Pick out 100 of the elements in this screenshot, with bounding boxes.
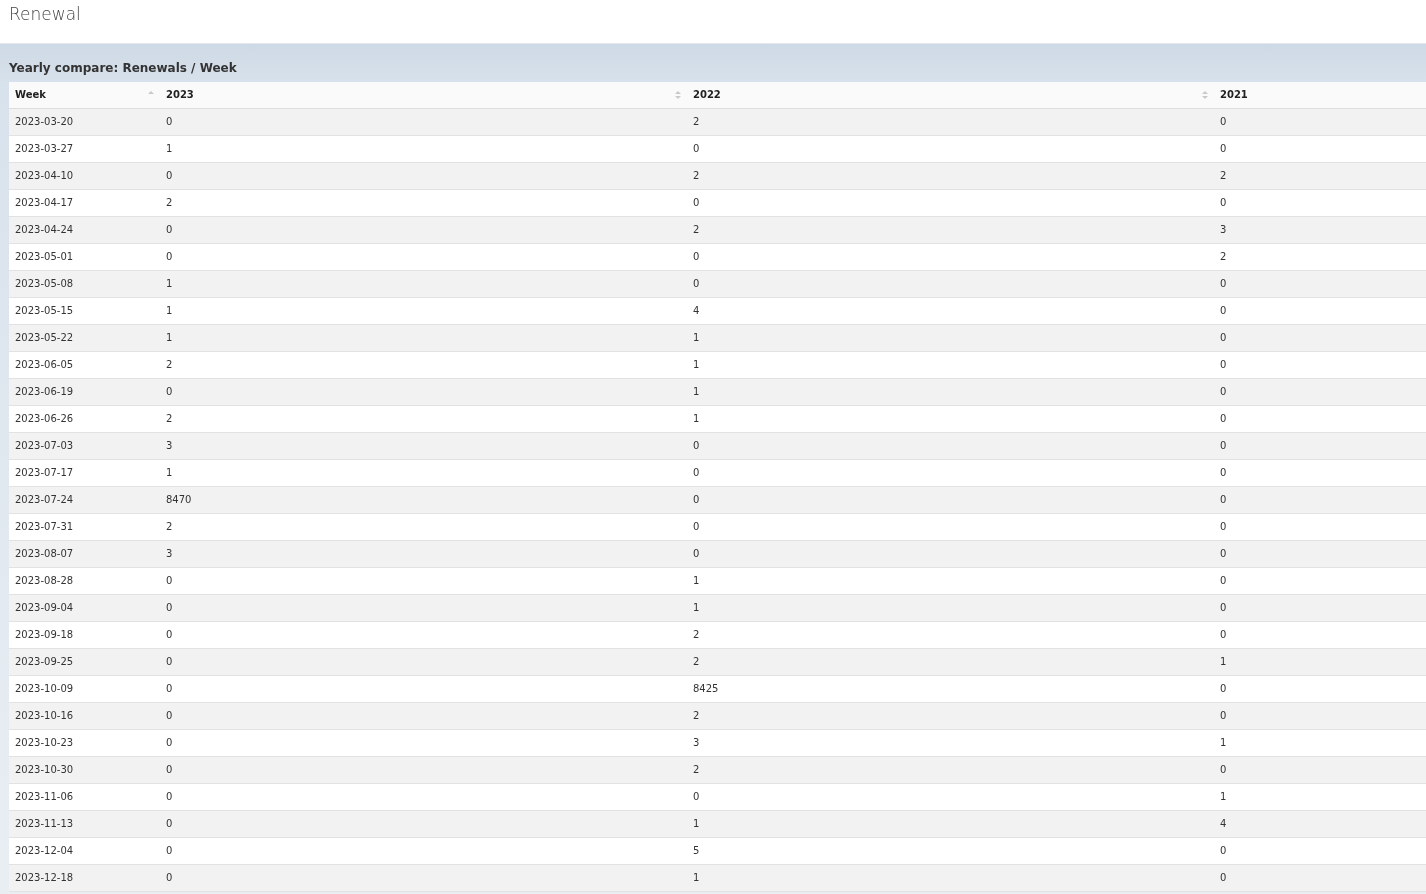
table-cell: 0 bbox=[1214, 702, 1426, 729]
panel-title: Yearly compare: Renewals / Week bbox=[9, 60, 238, 77]
table-cell: 0 bbox=[687, 135, 1214, 162]
table-cell: 0 bbox=[687, 243, 1214, 270]
table-cell: 2 bbox=[160, 189, 687, 216]
table-cell: 2023-11-06 bbox=[9, 783, 160, 810]
table-cell: 0 bbox=[1214, 135, 1426, 162]
table-cell: 0 bbox=[1214, 108, 1426, 135]
table-cell: 1 bbox=[160, 459, 687, 486]
table-cell: 0 bbox=[1214, 594, 1426, 621]
table-cell: 2 bbox=[687, 621, 1214, 648]
table-cell: 0 bbox=[1214, 567, 1426, 594]
table-cell: 0 bbox=[1214, 189, 1426, 216]
table-cell: 2023-07-31 bbox=[9, 513, 160, 540]
table-cell: 0 bbox=[1214, 837, 1426, 864]
table-cell: 2023-10-09 bbox=[9, 675, 160, 702]
table-cell: 0 bbox=[160, 216, 687, 243]
table-cell: 0 bbox=[160, 567, 687, 594]
table-cell: 2023-04-17 bbox=[9, 189, 160, 216]
table-cell: 0 bbox=[1214, 378, 1426, 405]
table-cell: 0 bbox=[1214, 621, 1426, 648]
table-cell: 0 bbox=[160, 756, 687, 783]
table-cell: 2 bbox=[160, 405, 687, 432]
table-cell: 2023-07-17 bbox=[9, 459, 160, 486]
table-cell: 0 bbox=[1214, 351, 1426, 378]
table-cell: 1 bbox=[160, 297, 687, 324]
table-cell: 0 bbox=[160, 378, 687, 405]
table-cell: 0 bbox=[1214, 486, 1426, 513]
table-cell: 2023-06-05 bbox=[9, 351, 160, 378]
table-cell: 1 bbox=[687, 810, 1214, 837]
table-cell: 2023-05-22 bbox=[9, 324, 160, 351]
table-cell: 2 bbox=[160, 513, 687, 540]
table-cell: 2023-12-18 bbox=[9, 864, 160, 891]
table-cell: 2023-10-23 bbox=[9, 729, 160, 756]
table-cell: 1 bbox=[1214, 729, 1426, 756]
table-cell: 0 bbox=[160, 837, 687, 864]
table-cell: 2 bbox=[687, 216, 1214, 243]
table-cell: 2023-10-30 bbox=[9, 756, 160, 783]
table-cell: 2023-07-24 bbox=[9, 486, 160, 513]
table-cell: 0 bbox=[1214, 270, 1426, 297]
table-cell: 2023-10-16 bbox=[9, 702, 160, 729]
table-cell: 0 bbox=[160, 783, 687, 810]
page-title: Renewal bbox=[8, 3, 82, 24]
table-cell: 0 bbox=[687, 189, 1214, 216]
table-cell: 2 bbox=[687, 756, 1214, 783]
table-cell: 0 bbox=[1214, 756, 1426, 783]
table-cell: 0 bbox=[1214, 432, 1426, 459]
table-cell: 1 bbox=[1214, 783, 1426, 810]
table-cell: 1 bbox=[160, 135, 687, 162]
table-cell: 0 bbox=[687, 783, 1214, 810]
column-header[interactable]: 2023 bbox=[160, 82, 687, 108]
table-cell: 0 bbox=[1214, 405, 1426, 432]
table-cell: 0 bbox=[1214, 675, 1426, 702]
table-cell: 1 bbox=[687, 324, 1214, 351]
table-cell: 1 bbox=[160, 324, 687, 351]
table-cell: 5 bbox=[687, 837, 1214, 864]
table-cell: 2023-12-04 bbox=[9, 837, 160, 864]
table-cell: 0 bbox=[1214, 297, 1426, 324]
table-cell: 2023-03-20 bbox=[9, 108, 160, 135]
table-cell: 1 bbox=[160, 270, 687, 297]
column-header[interactable]: 2022 bbox=[687, 82, 1214, 108]
table-cell: 0 bbox=[687, 513, 1214, 540]
table-cell: 0 bbox=[687, 540, 1214, 567]
table-cell: 0 bbox=[160, 621, 687, 648]
column-header[interactable]: Week bbox=[9, 82, 160, 108]
table-cell: 2023-08-28 bbox=[9, 567, 160, 594]
table-cell: 1 bbox=[687, 378, 1214, 405]
table-cell: 4 bbox=[1214, 810, 1426, 837]
table-cell: 3 bbox=[160, 432, 687, 459]
table-cell: 0 bbox=[687, 270, 1214, 297]
table-cell: 3 bbox=[687, 729, 1214, 756]
table-cell: 2023-06-19 bbox=[9, 378, 160, 405]
table-cell: 1 bbox=[687, 405, 1214, 432]
table-cell: 1 bbox=[687, 864, 1214, 891]
table-cell: 2023-04-24 bbox=[9, 216, 160, 243]
table-cell: 3 bbox=[160, 540, 687, 567]
table-cell: 0 bbox=[160, 675, 687, 702]
table-cell: 2 bbox=[687, 702, 1214, 729]
table-cell: 4 bbox=[687, 297, 1214, 324]
table-cell: 2023-07-03 bbox=[9, 432, 160, 459]
table-cell: 0 bbox=[160, 702, 687, 729]
table-cell: 2 bbox=[160, 351, 687, 378]
table-cell: 2023-08-07 bbox=[9, 540, 160, 567]
table-cell: 0 bbox=[160, 648, 687, 675]
table-cell: 0 bbox=[160, 864, 687, 891]
table-cell: 0 bbox=[160, 594, 687, 621]
table-cell: 1 bbox=[1214, 648, 1426, 675]
table-cell: 0 bbox=[1214, 864, 1426, 891]
table-cell: 0 bbox=[160, 243, 687, 270]
table-cell: 2 bbox=[687, 108, 1214, 135]
table-cell: 8425 bbox=[687, 675, 1214, 702]
table-cell: 2023-05-01 bbox=[9, 243, 160, 270]
table-cell: 2 bbox=[687, 162, 1214, 189]
table-cell: 1 bbox=[687, 594, 1214, 621]
column-header[interactable]: 2021 bbox=[1214, 82, 1426, 108]
table-cell: 2023-05-08 bbox=[9, 270, 160, 297]
table-cell: 0 bbox=[160, 729, 687, 756]
table-cell: 2 bbox=[1214, 162, 1426, 189]
table-cell: 0 bbox=[1214, 459, 1426, 486]
table-cell: 0 bbox=[687, 459, 1214, 486]
